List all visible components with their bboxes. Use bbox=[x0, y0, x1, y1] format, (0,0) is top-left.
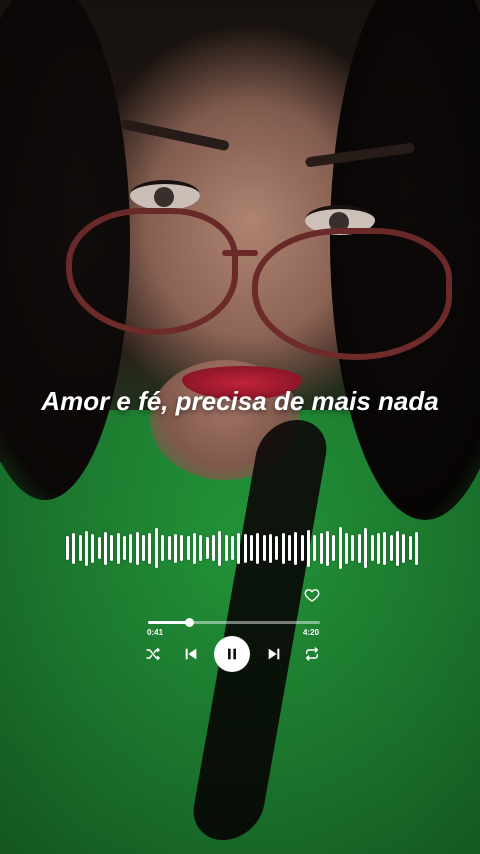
background-photo bbox=[0, 0, 480, 854]
waveform-bar bbox=[237, 532, 241, 564]
pause-icon bbox=[228, 648, 236, 660]
shuffle-button[interactable] bbox=[144, 645, 162, 663]
waveform-bar bbox=[275, 536, 279, 560]
waveform-bar bbox=[218, 530, 222, 566]
waveform-bar bbox=[116, 532, 120, 564]
waveform-bar bbox=[167, 536, 171, 560]
waveform-bar bbox=[319, 532, 323, 564]
progress-bar[interactable] bbox=[148, 618, 320, 627]
waveform-bar bbox=[262, 535, 266, 561]
total-time: 4:20 bbox=[303, 628, 320, 637]
waveform-bar bbox=[72, 532, 76, 564]
waveform-bar bbox=[186, 536, 190, 560]
waveform-bar bbox=[110, 535, 114, 561]
repeat-button[interactable] bbox=[303, 645, 321, 663]
waveform-bar bbox=[97, 537, 101, 559]
waveform-bar bbox=[294, 531, 298, 565]
waveform-bar bbox=[211, 535, 215, 561]
waveform-bar bbox=[364, 528, 368, 568]
waveform-bar bbox=[300, 535, 304, 561]
waveform-bar bbox=[224, 535, 228, 561]
waveform-bar bbox=[408, 536, 412, 560]
waveform-bar bbox=[351, 535, 355, 561]
waveform-bar bbox=[370, 535, 374, 561]
progress-fill bbox=[148, 621, 190, 624]
waveform-bar bbox=[256, 532, 260, 564]
next-button[interactable] bbox=[265, 645, 283, 663]
play-pause-button[interactable] bbox=[214, 636, 250, 672]
waveform-bar bbox=[395, 530, 399, 566]
heart-outline-icon bbox=[304, 589, 320, 602]
waveform-bar bbox=[402, 533, 406, 563]
waveform-bar bbox=[338, 527, 342, 569]
waveform-bar bbox=[288, 535, 292, 561]
waveform-bar bbox=[269, 533, 272, 563]
waveform-bar bbox=[148, 532, 152, 564]
skip-previous-icon bbox=[185, 648, 197, 660]
waveform-bar bbox=[249, 535, 253, 561]
waveform-bar bbox=[154, 528, 158, 568]
waveform-bar bbox=[313, 535, 317, 561]
shuffle-icon bbox=[146, 647, 160, 661]
waveform-bar bbox=[180, 535, 184, 561]
audio-waveform bbox=[66, 526, 418, 570]
waveform-bar bbox=[357, 533, 361, 563]
waveform-bar bbox=[376, 532, 380, 564]
waveform-bar bbox=[85, 530, 89, 566]
waveform-bar bbox=[161, 535, 165, 561]
waveform-bar bbox=[78, 535, 82, 561]
waveform-bar bbox=[192, 532, 196, 564]
waveform-bar bbox=[332, 535, 336, 561]
waveform-bar bbox=[281, 532, 285, 564]
waveform-bar bbox=[307, 529, 311, 567]
waveform-bar bbox=[199, 535, 203, 561]
waveform-bar bbox=[243, 533, 247, 563]
photo-shade bbox=[0, 0, 480, 854]
waveform-bar bbox=[123, 536, 127, 560]
waveform-bar bbox=[104, 531, 108, 565]
waveform-bar bbox=[389, 535, 393, 561]
lyrics-text: Amor e fé, precisa de mais nada bbox=[41, 386, 439, 416]
waveform-bar bbox=[173, 533, 177, 563]
waveform-bar bbox=[326, 530, 330, 566]
waveform-bar bbox=[129, 533, 133, 563]
elapsed-time: 0:41 bbox=[147, 628, 164, 637]
repeat-icon bbox=[305, 647, 319, 661]
waveform-bar bbox=[230, 536, 234, 560]
waveform-bar bbox=[414, 531, 418, 565]
waveform-bar bbox=[345, 532, 349, 564]
waveform-bar bbox=[142, 535, 146, 561]
waveform-bar bbox=[66, 536, 69, 560]
waveform-bar bbox=[91, 533, 95, 563]
skip-next-icon bbox=[268, 648, 280, 660]
waveform-bar bbox=[135, 531, 139, 565]
like-button[interactable] bbox=[303, 586, 321, 604]
waveform-bar bbox=[205, 537, 209, 559]
waveform-bar bbox=[383, 531, 387, 565]
previous-button[interactable] bbox=[182, 645, 200, 663]
